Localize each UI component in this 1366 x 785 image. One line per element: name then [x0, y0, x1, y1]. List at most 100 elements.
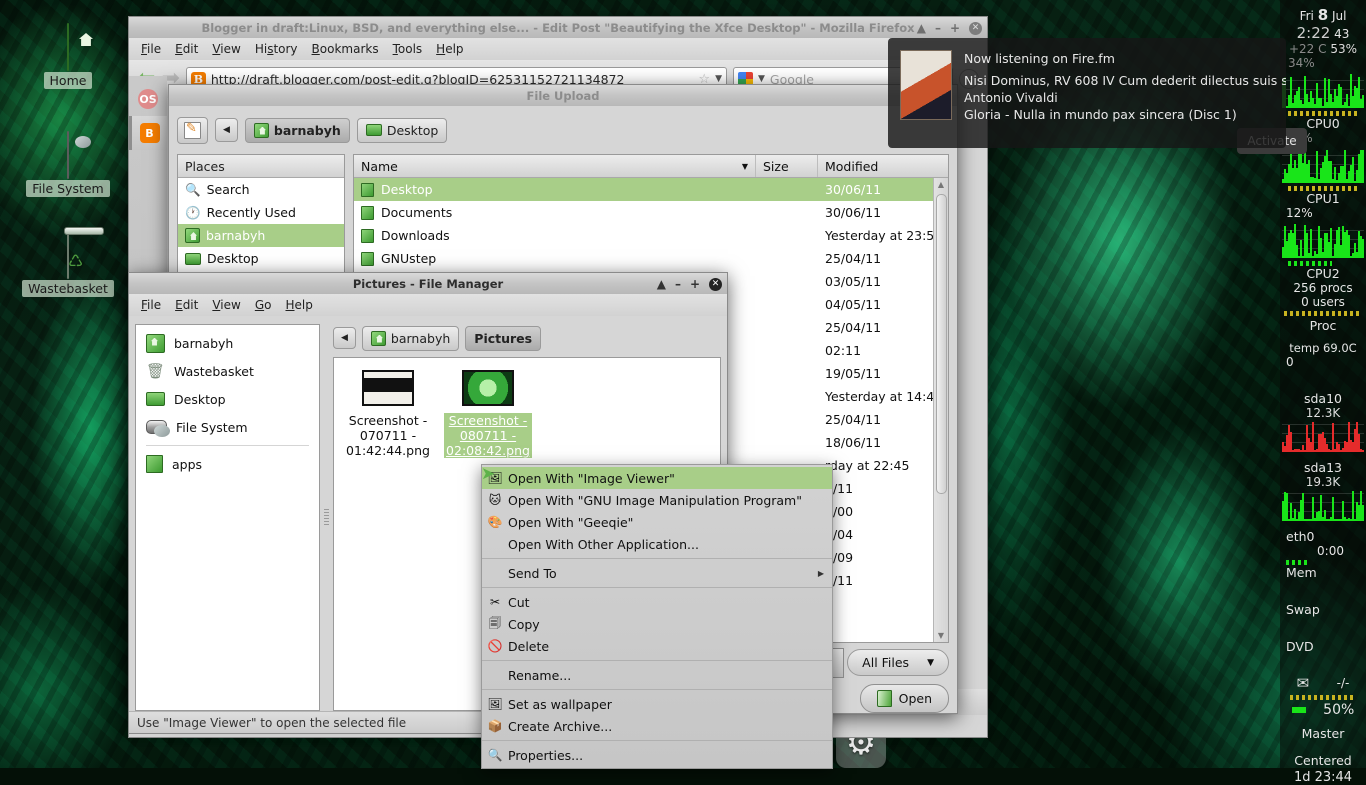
table-row[interactable]: Downloads Yesterday at 23:51	[354, 224, 948, 247]
menu-item[interactable]: ✂ Cut	[482, 591, 832, 613]
sidebar-item-apps[interactable]: apps	[136, 450, 319, 478]
file-modified-cell: 2/09	[825, 550, 854, 565]
conky-cpu2-graph	[1282, 222, 1364, 258]
file-name-cell: Documents	[354, 201, 756, 224]
file-name: Screenshot - 080711 - 02:08:42.png	[444, 413, 532, 458]
file-type-filter[interactable]: All Files ▼	[847, 649, 949, 676]
place-item-desktop[interactable]: Desktop	[178, 247, 344, 270]
crumb-pictures[interactable]: Pictures	[465, 325, 542, 351]
crumb-barnabyh[interactable]: barnabyh	[244, 117, 350, 143]
file-item[interactable]: Screenshot - 070711 - 01:42:44.png	[344, 370, 432, 458]
table-row[interactable]: GNUstep 25/04/11	[354, 247, 948, 270]
desktop-icon-file-system[interactable]: File System	[12, 130, 124, 197]
menu-help[interactable]: Help	[430, 40, 469, 58]
menu-item[interactable]: Rename...	[482, 664, 832, 686]
menu-item[interactable]: Open With Other Application...	[482, 533, 832, 555]
menu-item[interactable]: 🎨 Open With "Geeqie"	[482, 511, 832, 533]
screen-icon	[185, 252, 201, 265]
sidebar-item-barnabyh[interactable]: barnabyh	[136, 329, 319, 357]
context-menu[interactable]: 🖼 Open With "Image Viewer" 🐱 Open With "GNU…	[481, 464, 833, 769]
menu-item[interactable]: 📦 Create Archive...	[482, 715, 832, 737]
conky-cpu2-value: 12%	[1286, 206, 1313, 220]
minimize-icon[interactable]: –	[935, 22, 941, 34]
home-folder-icon	[12, 22, 124, 72]
menu-file[interactable]: FFileile	[135, 40, 167, 58]
firefox-titlebar[interactable]: Blogger in draft:Linux, BSD, and everyth…	[128, 16, 988, 38]
file-manager-breadcrumb[interactable]: ◀ barnabyh Pictures	[333, 324, 721, 352]
scroll-down-icon[interactable]: ▼	[938, 631, 944, 640]
menu-file[interactable]: File	[135, 296, 167, 314]
now-playing-notification[interactable]: Now listening on Fire.fm Nisi Dominus, R…	[888, 38, 1286, 148]
file-manager-window-controls[interactable]: ▲ – + ✕	[657, 273, 722, 295]
menu-item[interactable]: 🚫 Delete	[482, 635, 832, 657]
sidebar-item-desktop[interactable]: Desktop	[136, 385, 319, 413]
menu-item[interactable]: 🔍 Properties...	[482, 744, 832, 766]
menu-help[interactable]: Help	[279, 296, 318, 314]
firefox-menubar[interactable]: FFileile Edit View History Bookmarks Too…	[128, 38, 988, 60]
menu-tools[interactable]: Tools	[387, 40, 429, 58]
place-item-recently-used[interactable]: 🕐 Recently Used	[178, 201, 344, 224]
menu-view[interactable]: View	[206, 40, 246, 58]
minimize-icon[interactable]: –	[675, 278, 681, 290]
close-icon[interactable]: ✕	[709, 277, 722, 291]
file-manager-titlebar[interactable]: Pictures - File Manager ▲ – + ✕	[128, 272, 728, 294]
sidebar-item-file-system[interactable]: File System	[136, 413, 319, 441]
folder-icon	[146, 455, 163, 473]
scroll-thumb[interactable]	[935, 194, 947, 494]
menu-item[interactable]: 🖼 Open With "Image Viewer"	[482, 467, 832, 489]
sidebar-item-wastebasket[interactable]: 🗑 Wastebasket	[136, 357, 319, 385]
file-item[interactable]: Screenshot - 080711 - 02:08:42.png	[444, 370, 532, 458]
table-row[interactable]: Documents 30/06/11	[354, 201, 948, 224]
file-list-header[interactable]: Name ▼ Size Modified	[354, 155, 948, 178]
pane-resize-handle[interactable]	[324, 508, 329, 527]
menu-edit[interactable]: Edit	[169, 296, 204, 314]
file-modified-cell: Yesterday at 23:51	[825, 228, 943, 243]
place-item-barnabyh[interactable]: barnabyh	[178, 224, 344, 247]
firefox-window-controls[interactable]: ▲ – + ✕	[917, 17, 982, 39]
menu-edit[interactable]: Edit	[169, 40, 204, 58]
file-list-scrollbar[interactable]: ▲ ▼	[933, 178, 948, 642]
menu-item[interactable]: 🐱 Open With "GNU Image Manipulation Progr…	[482, 489, 832, 511]
conky-weekday: Fri	[1299, 9, 1314, 23]
menu-go[interactable]: Go	[249, 296, 278, 314]
menu-view[interactable]: View	[206, 296, 246, 314]
sidebar-label: Wastebasket	[174, 363, 254, 379]
file-upload-path-bar[interactable]: ◀ barnabyh Desktop	[177, 114, 949, 146]
column-header-name[interactable]: Name ▼	[354, 155, 756, 177]
pencil-icon[interactable]	[177, 116, 208, 144]
column-header-size[interactable]: Size	[756, 155, 818, 177]
menu-history[interactable]: History	[249, 40, 304, 58]
scroll-up-icon[interactable]: ▲	[938, 180, 944, 189]
crumb-desktop[interactable]: Desktop	[356, 117, 448, 143]
shade-icon[interactable]: ▲	[917, 22, 926, 34]
menu-item[interactable]: 🖼 Set as wallpaper	[482, 693, 832, 715]
desktop-icon-home[interactable]: Home	[12, 22, 124, 89]
file-upload-titlebar[interactable]: File Upload	[168, 84, 958, 106]
close-icon[interactable]: ✕	[969, 21, 982, 35]
menu-bookmarks[interactable]: Bookmarks	[306, 40, 385, 58]
tab-blogger[interactable]: B	[129, 116, 167, 150]
open-button[interactable]: Open	[859, 684, 949, 713]
shade-icon[interactable]: ▲	[657, 278, 666, 290]
desktop-icon-wastebasket[interactable]: Wastebasket	[12, 230, 124, 297]
menu-item[interactable]: 🗐 Copy	[482, 613, 832, 635]
column-header-modified[interactable]: Modified	[818, 155, 948, 177]
file-manager-menubar[interactable]: File Edit View Go Help	[128, 294, 728, 316]
conky-sda10-graph	[1282, 422, 1364, 452]
properties-icon: 🔍	[487, 748, 503, 762]
file-size-cell	[756, 408, 818, 431]
chevron-down-icon[interactable]: ▼	[715, 74, 722, 84]
tab-os[interactable]: OS	[129, 82, 167, 116]
conky-cpu2-label: CPU2	[1306, 266, 1340, 281]
file-manager-sidebar[interactable]: barnabyh 🗑 Wastebasket Desktop File Syst…	[135, 324, 320, 711]
maximize-icon[interactable]: +	[950, 22, 960, 34]
table-row[interactable]: Desktop 30/06/11	[354, 178, 948, 201]
maximize-icon[interactable]: +	[690, 278, 700, 290]
sidebar-divider	[146, 445, 309, 446]
crumb-barnabyh[interactable]: barnabyh	[361, 325, 460, 351]
path-back-button[interactable]: ◀	[215, 118, 238, 142]
menu-item[interactable]: Send To ▶	[482, 562, 832, 584]
place-item-search[interactable]: 🔍 Search	[178, 178, 344, 201]
chevron-down-icon[interactable]: ▼	[758, 74, 765, 84]
path-back-button[interactable]: ◀	[333, 327, 356, 349]
